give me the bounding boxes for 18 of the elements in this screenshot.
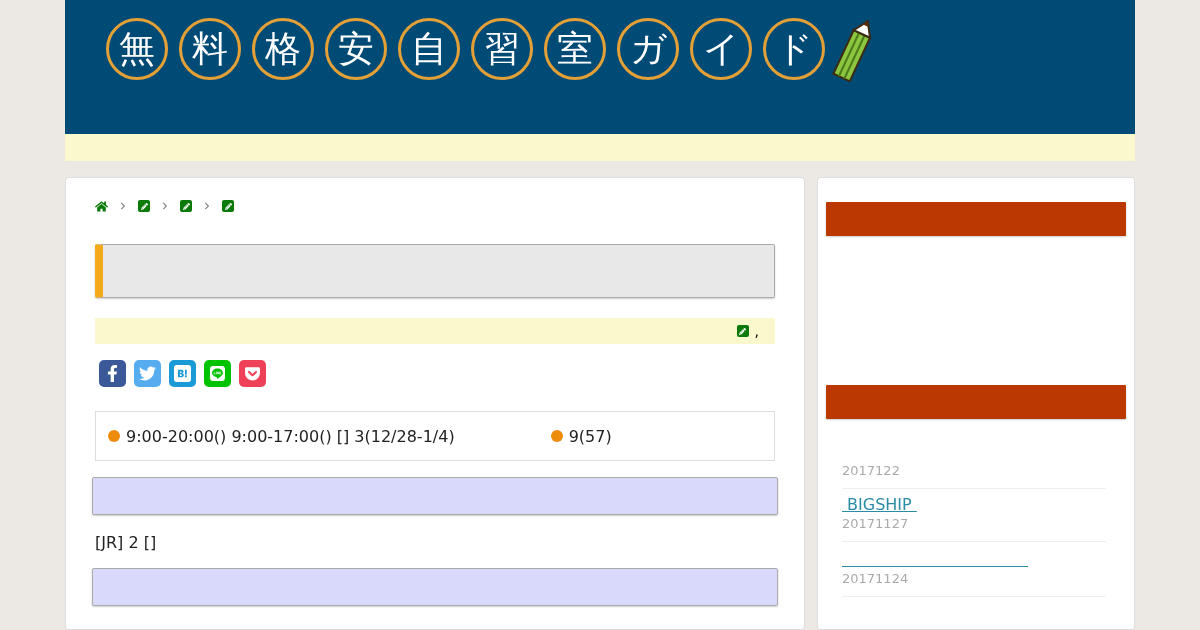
info-text: 9(57) [568,426,612,446]
logo-character: 習 [471,18,533,80]
logo-character: 室 [544,18,606,80]
post-date: 20171124 [842,571,910,586]
post-date: 2017122 [842,463,901,478]
logo-character: 自 [398,18,460,80]
logo-character: ガ [617,18,679,80]
meta-text: , [754,323,759,339]
logo-character: 料 [179,18,241,80]
access-text: [JR] 2 [] [95,533,158,552]
post-link[interactable]: BIGSHIP [842,495,917,514]
logo-character: 無 [106,18,168,80]
post-date: 20171127 [842,516,910,531]
logo-character: 格 [252,18,314,80]
logo-character: ド [763,18,825,80]
info-text: 9:00-20:00() 9:00-17:00() [] 3(12/28-1/4) [126,426,455,446]
logo-character: 安 [325,18,387,80]
logo-character: イ [690,18,752,80]
